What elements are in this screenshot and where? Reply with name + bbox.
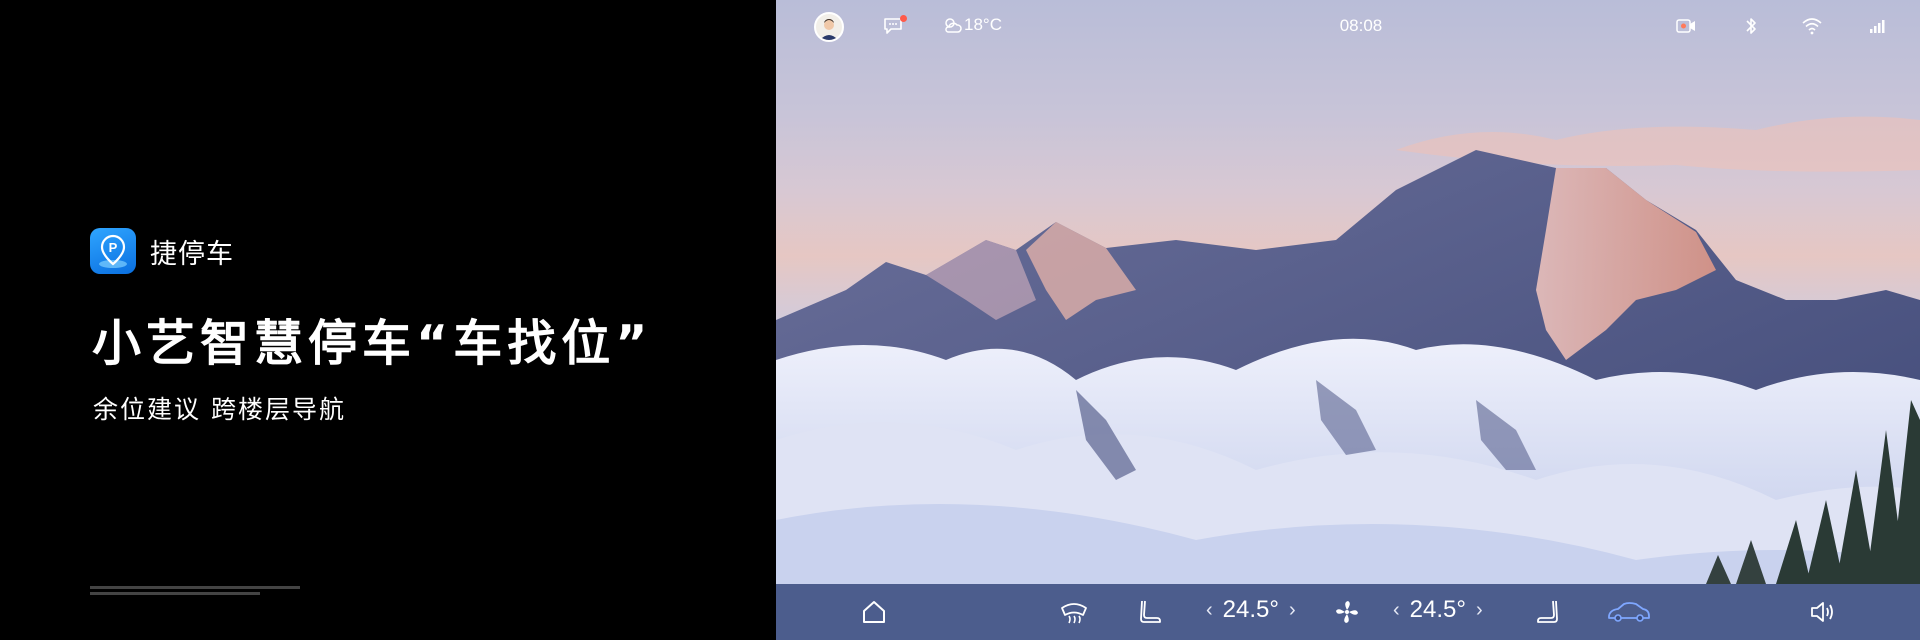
svg-text:P: P [109, 240, 118, 255]
fine-print [90, 586, 310, 595]
page-subtitle: 余位建议 跨楼层导航 [93, 395, 346, 424]
bottom-dock: ‹ 24.5° › ‹ 24.5° › [776, 584, 1920, 640]
home-icon[interactable] [860, 598, 888, 626]
passenger-temperature: 24.5° [1409, 596, 1466, 623]
driver-temp-up-button[interactable]: › [1289, 599, 1296, 622]
fan-icon[interactable] [1333, 598, 1361, 626]
passenger-temperature-control: ‹ 24.5° › [1393, 596, 1483, 624]
driver-temperature: 24.5° [1222, 596, 1279, 623]
driver-seat-icon[interactable] [1136, 598, 1164, 626]
parking-location-icon: P [90, 228, 136, 274]
status-bar: 18°C 08:08 [776, 0, 1920, 52]
passenger-temp-up-button[interactable]: › [1476, 599, 1483, 622]
app-header: P 捷停车 [90, 228, 234, 274]
bluetooth-icon[interactable] [1744, 16, 1758, 36]
driver-temperature-control: ‹ 24.5° › [1206, 596, 1296, 624]
volume-icon[interactable] [1808, 598, 1838, 626]
weather-icon [945, 18, 962, 33]
recording-icon[interactable] [1675, 16, 1697, 36]
notification-dot [900, 15, 907, 22]
app-name: 捷停车 [150, 238, 234, 270]
wifi-icon[interactable] [1801, 16, 1823, 36]
defrost-icon[interactable] [1059, 598, 1089, 626]
driver-temp-down-button[interactable]: ‹ [1206, 599, 1213, 622]
passenger-temp-down-button[interactable]: ‹ [1393, 599, 1400, 622]
passenger-seat-icon[interactable] [1534, 598, 1562, 626]
avatar[interactable] [814, 12, 844, 42]
signal-icon [1870, 20, 1885, 33]
clock: 08:08 [1339, 16, 1383, 35]
outside-temperature: 18°C [964, 15, 1002, 34]
car-icon[interactable] [1606, 598, 1652, 626]
page-title: 小艺智慧停车“车找位” [92, 315, 653, 372]
mountain-wallpaper [776, 116, 1920, 640]
car-screen: 18°C 08:08 ‹ 24.5° › ‹ 24.5° › [776, 0, 1920, 640]
promo-panel: P 捷停车 小艺智慧停车“车找位” 余位建议 跨楼层导航 [0, 0, 776, 640]
